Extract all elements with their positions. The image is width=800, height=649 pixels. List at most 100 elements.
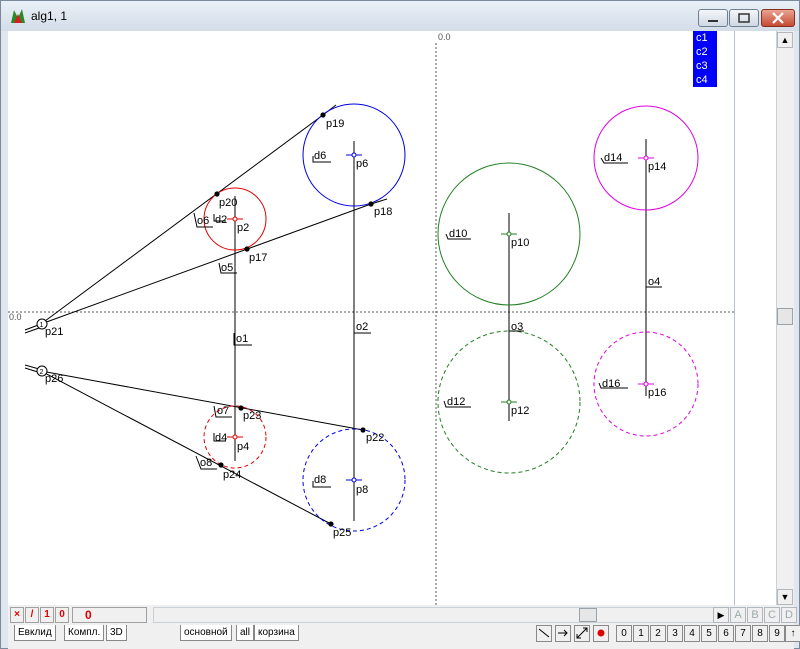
horizontal-scroll-thumb[interactable] xyxy=(579,608,597,622)
minimize-icon xyxy=(708,20,718,22)
number-6[interactable]: 6 xyxy=(718,625,734,642)
label-d16: d16 xyxy=(602,378,620,390)
tab-trash[interactable]: корзина xyxy=(254,625,299,641)
arrow-tool[interactable] xyxy=(555,625,571,642)
number-9[interactable]: 9 xyxy=(769,625,785,642)
tab-euclid[interactable]: Евклид xyxy=(14,625,56,641)
view-b-button[interactable]: B xyxy=(747,607,763,623)
label-d4: d4 xyxy=(215,432,227,444)
delete-button[interactable]: × xyxy=(10,607,24,623)
legend-item-c3[interactable]: c3 xyxy=(693,59,717,73)
label-p20: p20 xyxy=(219,197,237,209)
label-p14: p14 xyxy=(648,161,666,173)
label-d6: d6 xyxy=(314,150,326,162)
close-button[interactable] xyxy=(761,9,795,27)
red-dot-icon xyxy=(597,629,605,637)
view-c-button[interactable]: C xyxy=(764,607,780,623)
center-markers xyxy=(227,152,654,483)
slash-button[interactable]: / xyxy=(25,607,39,623)
view-d-button[interactable]: D xyxy=(781,607,797,623)
tangent-line xyxy=(40,370,332,525)
legend-item-c2[interactable]: c2 xyxy=(693,45,717,59)
y-zero-label: 0.0 xyxy=(438,32,451,42)
label-o1: o1 xyxy=(236,333,248,345)
diagonal-arrow-icon xyxy=(576,627,588,639)
label-d12: d12 xyxy=(447,396,465,408)
label-p26: p26 xyxy=(45,373,63,385)
label-o3: o3 xyxy=(511,321,523,333)
app-icon xyxy=(11,9,25,23)
tangent-line xyxy=(40,370,364,431)
scroll-right-button[interactable]: ▶ xyxy=(713,607,729,623)
tab-main[interactable]: основной xyxy=(180,625,232,641)
tab-all[interactable]: all xyxy=(236,625,255,641)
tangent-points xyxy=(214,112,374,527)
close-icon xyxy=(772,12,784,24)
label-d2: d2 xyxy=(215,214,227,226)
label-p23: p23 xyxy=(243,410,261,422)
horizontal-scrollbar[interactable] xyxy=(153,607,733,623)
maximize-icon xyxy=(738,13,750,23)
label-p19: p19 xyxy=(326,118,344,130)
color-legend: c1 c2 c3 c4 xyxy=(693,31,717,87)
label-p18: p18 xyxy=(374,206,392,218)
window-title: alg1, 1 xyxy=(31,9,68,23)
resize-tool[interactable] xyxy=(574,625,590,642)
label-p16: p16 xyxy=(648,387,666,399)
label-p10: p10 xyxy=(511,237,529,249)
drawing-canvas[interactable]: 0.0 0.0 1 2 d2 d4 d6 d8 d10 d12 d14 d16 … xyxy=(8,31,734,605)
number-8[interactable]: 8 xyxy=(752,625,768,642)
tab-3d[interactable]: 3D xyxy=(106,625,127,641)
label-d14: d14 xyxy=(604,152,622,164)
label-o5: o5 xyxy=(221,262,233,274)
marker-1-label: 1 xyxy=(40,322,44,329)
number-1[interactable]: 1 xyxy=(633,625,649,642)
label-d10: d10 xyxy=(449,228,467,240)
up-arrow-button[interactable]: ↑ xyxy=(785,625,800,642)
legend-item-c1[interactable]: c1 xyxy=(693,31,717,45)
app-window: alg1, 1 0.0 0.0 1 2 d2 d4 d6 d8 d10 d12 … xyxy=(0,0,800,649)
point-tool[interactable] xyxy=(593,625,609,642)
x-zero-label: 0.0 xyxy=(9,312,22,322)
zero-button[interactable]: 0 xyxy=(55,607,69,623)
scroll-down-button[interactable]: ▼ xyxy=(777,589,793,605)
bottom-panel: × / 1 0 0 ◀ ▶ A B C D Евклид Компл. 3D о… xyxy=(8,605,800,649)
number-0[interactable]: 0 xyxy=(616,625,632,642)
number-3[interactable]: 3 xyxy=(667,625,683,642)
maximize-button[interactable] xyxy=(729,9,759,27)
vertical-scroll-thumb[interactable] xyxy=(777,308,793,325)
arrow-right-icon xyxy=(558,629,568,637)
value-field[interactable]: 0 xyxy=(72,607,147,623)
number-2[interactable]: 2 xyxy=(650,625,666,642)
label-d8: d8 xyxy=(314,474,326,486)
label-p6: p6 xyxy=(356,158,368,170)
label-o6: o6 xyxy=(197,215,209,227)
geometry-drawing[interactable]: 0.0 0.0 1 2 d2 d4 d6 d8 d10 d12 d14 d16 … xyxy=(8,31,734,605)
minimize-button[interactable] xyxy=(698,9,728,27)
label-p12: p12 xyxy=(511,405,529,417)
label-p24: p24 xyxy=(223,469,241,481)
segment-icon xyxy=(538,628,550,638)
label-p2: p2 xyxy=(237,222,249,234)
label-p8: p8 xyxy=(356,484,368,496)
number-4[interactable]: 4 xyxy=(684,625,700,642)
scroll-up-button[interactable]: ▲ xyxy=(777,32,793,48)
label-p22: p22 xyxy=(366,432,384,444)
legend-item-c4[interactable]: c4 xyxy=(693,73,717,87)
tangent-line xyxy=(40,114,324,325)
label-o4: o4 xyxy=(648,276,660,288)
number-7[interactable]: 7 xyxy=(735,625,751,642)
label-o2: o2 xyxy=(356,321,368,333)
marker-2-label: 2 xyxy=(40,369,44,376)
title-bar: alg1, 1 xyxy=(1,1,799,31)
view-a-button[interactable]: A xyxy=(730,607,746,623)
tab-complex[interactable]: Компл. xyxy=(64,625,105,641)
one-button[interactable]: 1 xyxy=(40,607,54,623)
label-p4: p4 xyxy=(237,441,249,453)
label-p17: p17 xyxy=(249,252,267,264)
side-panel xyxy=(734,31,778,606)
number-5[interactable]: 5 xyxy=(701,625,717,642)
label-o8: o8 xyxy=(200,457,212,469)
label-p21: p21 xyxy=(45,326,63,338)
segment-tool[interactable] xyxy=(536,625,552,642)
